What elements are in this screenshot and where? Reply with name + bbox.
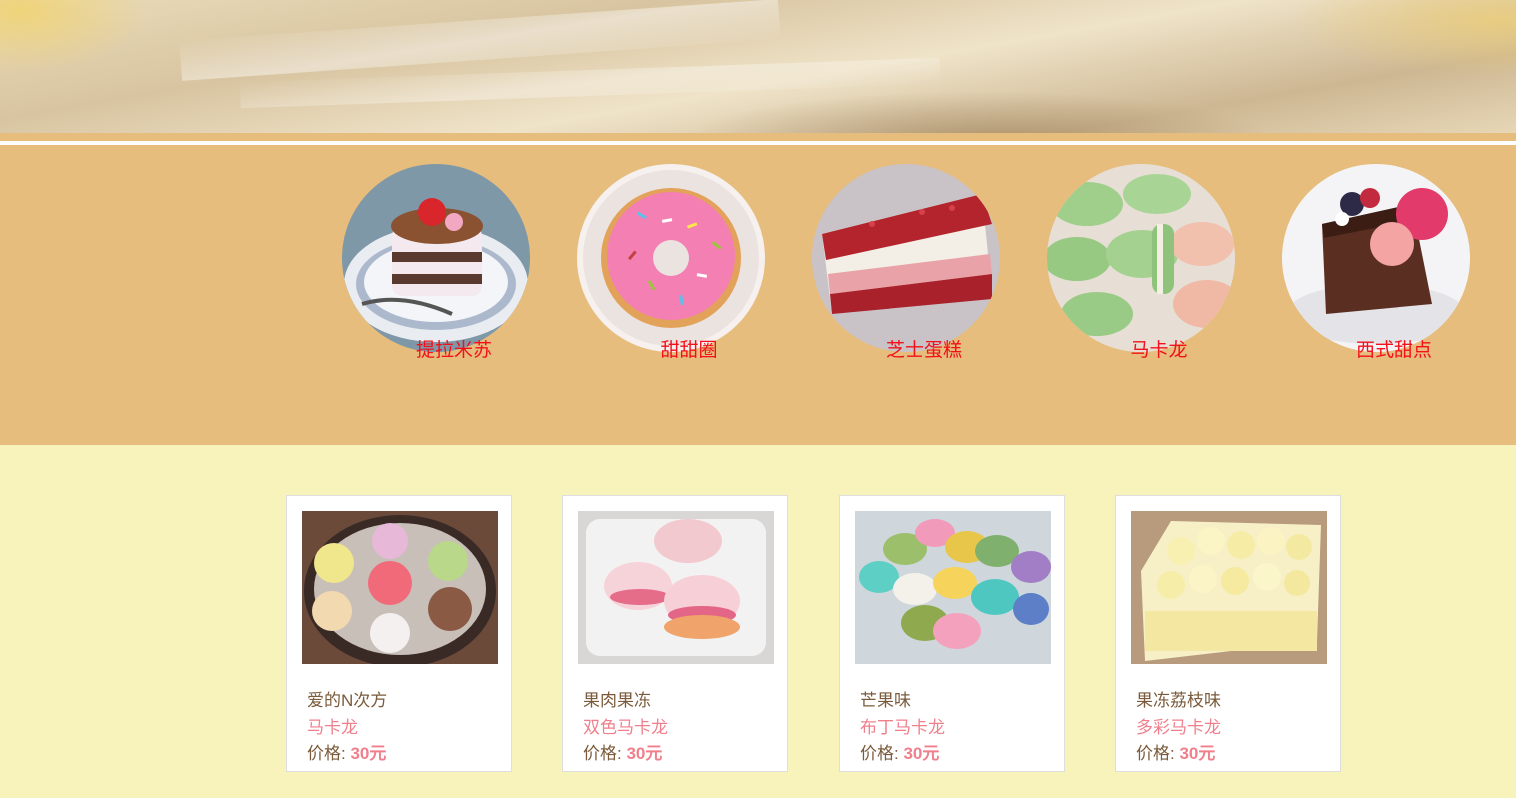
western-dessert-photo: [1282, 164, 1470, 352]
banner-divider: [0, 133, 1516, 141]
category-label: 芝士蛋糕: [885, 340, 962, 361]
cheesecake-photo: [812, 164, 1000, 352]
product-name: 爱的N次方: [307, 691, 388, 710]
colorful-macarons-photo: [855, 511, 1051, 664]
donut-photo: [577, 164, 765, 352]
product-price-row: 价格: 30元: [1136, 739, 1215, 764]
product-card[interactable]: 爱的N次方 马卡龙 价格: 30元: [286, 495, 512, 772]
product-type: 多彩马卡龙: [1136, 718, 1221, 737]
category-nav: 提拉米苏 甜甜圈 芝士蛋糕 马卡龙 西式甜点: [0, 145, 1516, 445]
product-price: 30元: [1179, 744, 1216, 763]
price-label: 价格:: [1136, 744, 1175, 763]
category-item-macaron[interactable]: 马卡龙: [1047, 164, 1235, 361]
hero-banner: [0, 0, 1516, 133]
tiramisu-photo: [342, 164, 530, 352]
price-label: 价格:: [583, 744, 622, 763]
product-price: 30元: [903, 744, 940, 763]
macaron-box-photo: [302, 511, 498, 664]
category-label: 甜甜圈: [660, 340, 718, 361]
category-label: 马卡龙: [1130, 340, 1188, 361]
product-name: 果冻荔枝味: [1136, 691, 1221, 710]
product-name: 芒果味: [860, 691, 911, 710]
category-item-tiramisu[interactable]: 提拉米苏: [342, 164, 530, 361]
category-item-western-dessert[interactable]: 西式甜点: [1282, 164, 1470, 361]
product-price-row: 价格: 30元: [307, 739, 386, 764]
product-price-row: 价格: 30元: [583, 739, 662, 764]
category-label: 西式甜点: [1355, 340, 1432, 361]
cream-cake-photo: [1131, 511, 1327, 664]
category-item-cheesecake[interactable]: 芝士蛋糕: [812, 164, 1000, 361]
pink-macaron-plate-photo: [578, 511, 774, 664]
category-item-donut[interactable]: 甜甜圈: [577, 164, 765, 361]
product-card[interactable]: 芒果味 布丁马卡龙 价格: 30元: [839, 495, 1065, 772]
product-list: 爱的N次方 马卡龙 价格: 30元 果肉果冻 双色马卡龙 价格: 30元 芒果味…: [0, 445, 1516, 798]
product-card[interactable]: 果肉果冻 双色马卡龙 价格: 30元: [562, 495, 788, 772]
product-price: 30元: [350, 744, 387, 763]
product-type: 布丁马卡龙: [860, 718, 945, 737]
product-name: 果肉果冻: [583, 691, 651, 710]
price-label: 价格:: [860, 744, 899, 763]
product-type: 双色马卡龙: [583, 718, 668, 737]
category-label: 提拉米苏: [415, 340, 492, 361]
macaron-photo: [1047, 164, 1235, 352]
product-price-row: 价格: 30元: [860, 739, 939, 764]
price-label: 价格:: [307, 744, 346, 763]
product-price: 30元: [626, 744, 663, 763]
product-card[interactable]: 果冻荔枝味 多彩马卡龙 价格: 30元: [1115, 495, 1341, 772]
product-type: 马卡龙: [307, 718, 358, 737]
